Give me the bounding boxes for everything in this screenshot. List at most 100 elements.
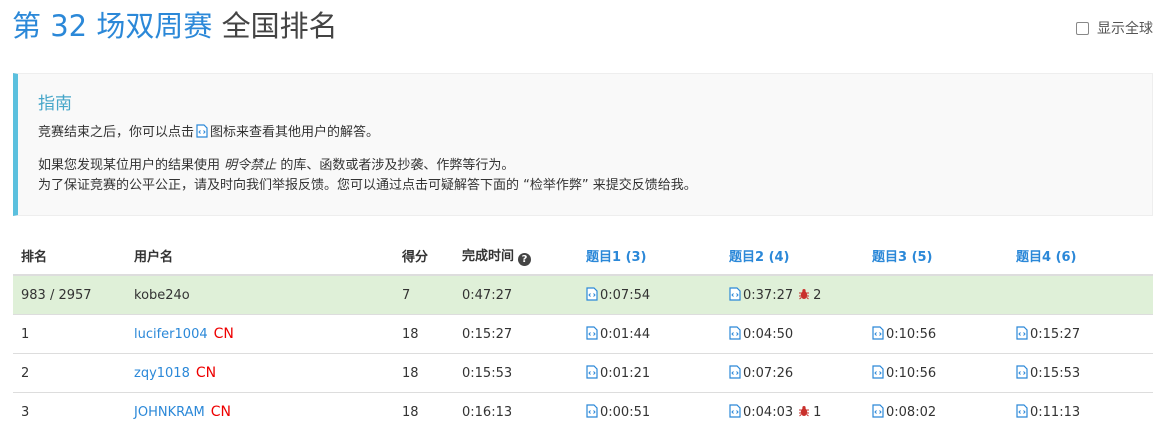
table-header-row: 排名 用户名 得分 完成时间? 题目1 (3) 题目2 (4) 题目3 (5) …	[13, 237, 1153, 276]
q1-time-cell[interactable]: 0:00:51	[578, 392, 721, 431]
code-file-icon[interactable]	[729, 287, 741, 301]
q3-time: 0:08:02	[886, 405, 937, 420]
q3-time: 0:10:56	[886, 366, 937, 381]
score-cell: 18	[394, 392, 454, 431]
ranking-table: 排名 用户名 得分 完成时间? 题目1 (3) 题目2 (4) 题目3 (5) …	[13, 237, 1153, 431]
q2-time: 0:04:50	[743, 327, 794, 342]
table-row: 2 zqy1018 CN 18 0:15:53 0:01:21 0:07:26 0:10:56…	[13, 353, 1153, 393]
q4-time: 0:11:13	[1030, 405, 1081, 420]
username-cell: kobe24o	[126, 274, 394, 315]
table-row: 1 lucifer1004 CN 18 0:15:27 0:01:44 0:04:50 0:1…	[13, 314, 1153, 354]
q1-time: 0:01:44	[600, 327, 651, 342]
code-file-icon[interactable]	[729, 365, 741, 379]
col-finish-time: 完成时间?	[454, 237, 578, 276]
username-link[interactable]: JOHNKRAM	[134, 405, 205, 420]
finish-time-cell: 0:15:53	[454, 353, 578, 393]
q3-time-cell[interactable]: 0:10:56	[864, 353, 1008, 393]
code-file-icon[interactable]	[1016, 365, 1028, 379]
q4-time-cell[interactable]: 0:11:13	[1008, 392, 1153, 431]
finish-time-cell: 0:15:27	[454, 314, 578, 354]
score-cell: 18	[394, 314, 454, 354]
code-file-icon[interactable]	[729, 404, 741, 418]
q1-time-cell[interactable]: 0:01:21	[578, 353, 721, 393]
code-file-icon[interactable]	[586, 404, 598, 418]
score-cell: 18	[394, 353, 454, 393]
wrong-count: 1	[813, 405, 822, 420]
col-q2[interactable]: 题目2 (4)	[721, 237, 864, 276]
q1-time-cell[interactable]: 0:07:54	[578, 274, 721, 315]
username-link[interactable]: lucifer1004	[134, 327, 208, 342]
region-badge: CN	[213, 326, 234, 342]
rank-cell: 3	[13, 392, 126, 431]
q2-time-cell[interactable]: 0:04:50	[721, 314, 864, 354]
forbidden-emphasis: 明令禁止	[224, 158, 277, 173]
username-link[interactable]: zqy1018	[134, 366, 190, 381]
username: kobe24o	[134, 287, 190, 303]
code-file-icon[interactable]	[586, 287, 598, 301]
guide-title: 指南	[38, 94, 72, 114]
q2-time: 0:07:26	[743, 366, 794, 381]
region-badge: CN	[195, 365, 217, 381]
q4-empty-cell	[1008, 274, 1153, 315]
page-title: 第 32 场双周赛 全国排名	[12, 6, 338, 46]
table-row: 3 JOHNKRAM CN 18 0:16:13 0:00:51 0:04:03 1 0:08:…	[13, 392, 1153, 431]
q3-time: 0:10:56	[886, 327, 937, 342]
username-cell: zqy1018 CN	[126, 353, 394, 393]
q3-time-cell[interactable]: 0:10:56	[864, 314, 1008, 354]
q2-time: 0:37:27	[743, 288, 794, 303]
col-q3[interactable]: 题目3 (5)	[864, 237, 1008, 276]
q1-time: 0:07:54	[600, 288, 651, 303]
wrong-count: 2	[813, 288, 822, 303]
show-global-label: 显示全球	[1097, 21, 1153, 37]
guide-line-1: 竞赛结束之后，你可以点击 图标来查看其他用户的解答。	[38, 124, 380, 140]
col-q4[interactable]: 题目4 (6)	[1008, 237, 1153, 276]
q1-time: 0:00:51	[600, 405, 651, 420]
q4-time-cell[interactable]: 0:15:53	[1008, 353, 1153, 393]
code-file-icon[interactable]	[586, 365, 598, 379]
question-circle-icon[interactable]: ?	[518, 253, 532, 266]
rank-cell: 2	[13, 353, 126, 393]
guide-panel: 指南 竞赛结束之后，你可以点击 图标来查看其他用户的解答。 如果您发现某位用户的结…	[13, 73, 1153, 216]
username-cell: JOHNKRAM CN	[126, 392, 394, 431]
q2-time: 0:04:03	[743, 405, 794, 420]
finish-time-cell: 0:16:13	[454, 392, 578, 431]
col-score: 得分	[394, 237, 454, 276]
q1-time: 0:01:21	[600, 366, 651, 381]
rank-cell: 983 / 2957	[13, 274, 126, 315]
ranking-scope: 全国排名	[221, 9, 338, 43]
guide-line-2: 如果您发现某位用户的结果使用 明令禁止 的库、函数或者涉及抄袭、作弊等行为。	[38, 158, 515, 173]
q3-time-cell[interactable]: 0:08:02	[864, 392, 1008, 431]
q4-time-cell[interactable]: 0:15:27	[1008, 314, 1153, 354]
code-file-icon[interactable]	[872, 326, 884, 340]
ranking-rows: 983 / 2957 kobe24o 7 0:47:27 0:07:54 0:37:27 2…	[13, 274, 1153, 431]
q1-time-cell[interactable]: 0:01:44	[578, 314, 721, 354]
code-file-icon[interactable]	[586, 326, 598, 340]
q4-time: 0:15:27	[1030, 327, 1081, 342]
col-rank: 排名	[13, 237, 126, 276]
code-file-icon[interactable]	[872, 365, 884, 379]
finish-time-cell: 0:47:27	[454, 274, 578, 315]
q4-time: 0:15:53	[1030, 366, 1081, 381]
own-rank-row: 983 / 2957 kobe24o 7 0:47:27 0:07:54 0:37:27 2	[13, 274, 1153, 315]
rank-cell: 1	[13, 314, 126, 354]
q2-time-cell[interactable]: 0:04:03 1	[721, 392, 864, 431]
show-global-toggle[interactable]: 显示全球	[1076, 18, 1153, 38]
code-file-icon[interactable]	[872, 404, 884, 418]
region-badge: CN	[210, 404, 231, 420]
q2-time-cell[interactable]: 0:07:26	[721, 353, 864, 393]
q3-empty-cell	[864, 274, 1008, 315]
code-file-icon[interactable]	[729, 326, 741, 340]
col-q1[interactable]: 题目1 (3)	[578, 237, 721, 276]
score-cell: 7	[394, 274, 454, 315]
username-cell: lucifer1004 CN	[126, 314, 394, 354]
guide-line-3: 为了保证竞赛的公平公正，请及时向我们举报反馈。您可以通过点击可疑解答下面的 “检…	[38, 178, 697, 193]
contest-name: 第 32 场双周赛	[12, 9, 213, 43]
q2-time-cell[interactable]: 0:37:27 2	[721, 274, 864, 315]
show-global-checkbox[interactable]	[1076, 21, 1089, 35]
code-file-icon[interactable]	[1016, 404, 1028, 418]
bug-icon	[799, 406, 810, 417]
bug-icon	[799, 289, 810, 300]
col-username: 用户名	[126, 237, 394, 276]
code-file-icon[interactable]	[1016, 326, 1028, 340]
code-file-icon	[196, 124, 208, 138]
